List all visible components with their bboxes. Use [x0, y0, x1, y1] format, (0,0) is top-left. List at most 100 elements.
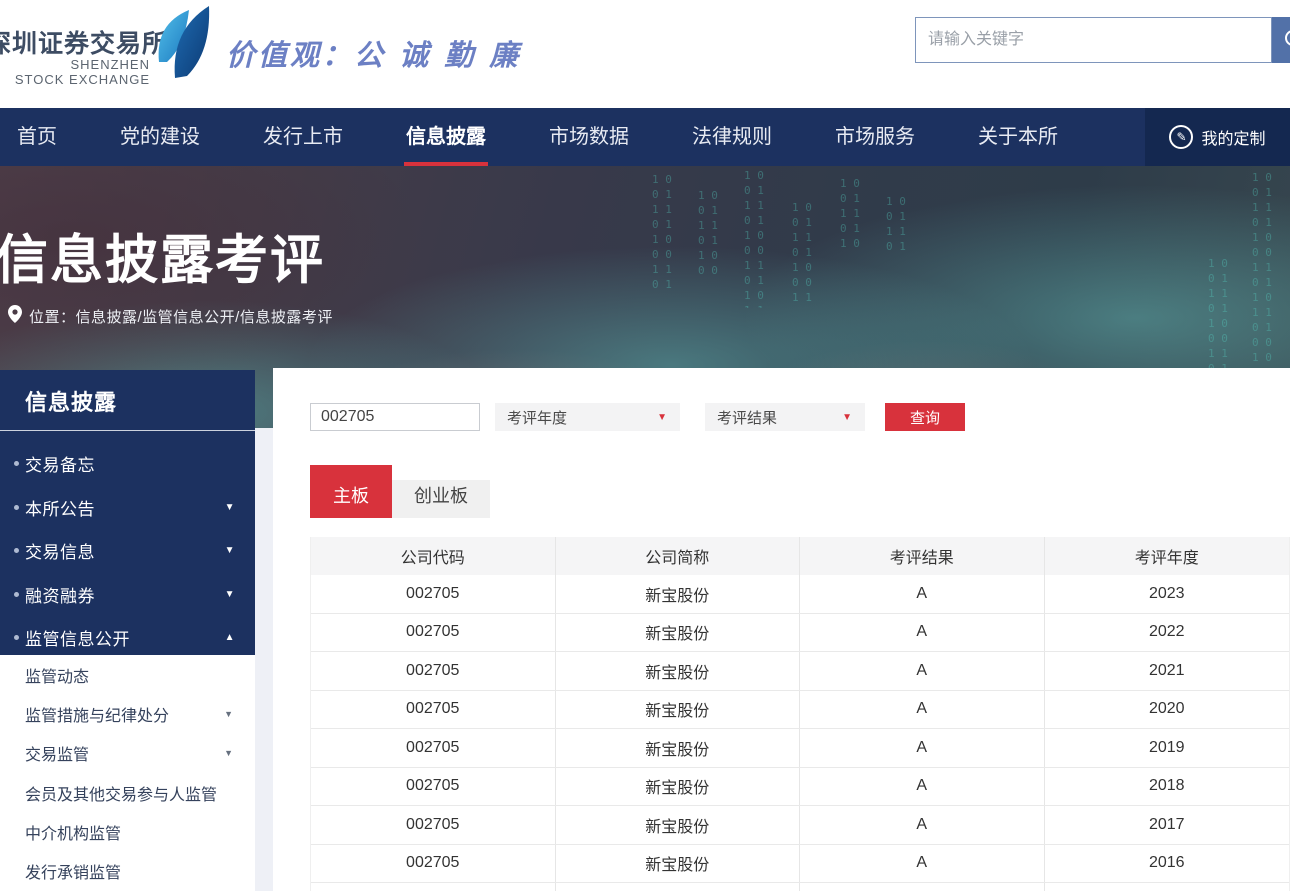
- sidebar-menu: 交易备忘 本所公告 ▼ 交易信息 ▼ 融资融券 ▼ 监管信息公开 ▲: [0, 431, 255, 660]
- company-code-input[interactable]: [310, 403, 480, 431]
- binary-texture: 1 0 0 1 1 1 0 1 1 0 0 0 1 1 0 1 1 0 1 1 …: [698, 188, 718, 278]
- cell-company-name: 新宝股份: [556, 691, 801, 729]
- sidebar-subitem-member-supervision[interactable]: 会员及其他交易参与人监管: [0, 773, 255, 812]
- cell-company-name: 新宝股份: [556, 614, 801, 652]
- main-content-panel: 考评年度 ▼ 考评结果 ▼ 查询 主板 创业板 公司代码 公司简称 考评结果 考…: [273, 368, 1290, 891]
- cell-company-code: 002705: [311, 691, 556, 729]
- nav-item-disclosure[interactable]: 信息披露: [406, 108, 486, 166]
- cell-company-name: 新宝股份: [556, 845, 801, 883]
- pencil-circle-icon: ✎: [1169, 125, 1193, 149]
- evaluation-result-select[interactable]: 考评结果 ▼: [705, 403, 865, 431]
- table-header-row: 公司代码 公司简称 考评结果 考评年度: [311, 537, 1289, 575]
- cell-evaluation-year: 2020: [1045, 691, 1290, 729]
- cell-company-code: 002705: [311, 806, 556, 844]
- sidebar-item-trading-memo[interactable]: 交易备忘: [0, 442, 255, 486]
- sidebar-subitem-label: 监管动态: [25, 663, 89, 687]
- cell-evaluation-result: A: [800, 614, 1045, 652]
- cell-evaluation-result: A: [800, 691, 1045, 729]
- cell-company-code: 002705: [311, 614, 556, 652]
- cell-evaluation-result: A: [800, 729, 1045, 767]
- cell-company-name: 新宝股份: [556, 768, 801, 806]
- tab-chinext-board[interactable]: 创业板: [392, 480, 490, 518]
- column-header-company-name: 公司简称: [556, 537, 801, 575]
- sidebar-subitem-label: 监管措施与纪律处分: [25, 702, 169, 726]
- sidebar-subitem-regulatory-news[interactable]: 监管动态: [0, 655, 255, 694]
- dropdown-arrow-icon: ▼: [842, 412, 852, 423]
- sidebar-subitem-label: 会员及其他交易参与人监管: [25, 781, 217, 805]
- my-customization-label: 我的定制: [1201, 125, 1265, 149]
- chevron-down-icon: ▼: [224, 748, 233, 758]
- nav-item-market-data[interactable]: 市场数据: [549, 108, 629, 166]
- sidebar-section-disclosure: 信息披露 交易备忘 本所公告 ▼ 交易信息 ▼ 融资融券 ▼: [0, 370, 255, 655]
- cell-company-code: 002705: [311, 652, 556, 690]
- sidebar-item-margin-trading[interactable]: 融资融券 ▼: [0, 573, 255, 617]
- cell-company-code: 002705: [311, 575, 556, 613]
- binary-texture: 1 0 0 1 1 1 0 1 1 0 0 0 1 1 0 1 1 0 1 1 …: [792, 200, 812, 305]
- cell-company-name: 新宝股份: [556, 575, 801, 613]
- nav-item-about[interactable]: 关于本所: [978, 108, 1058, 166]
- column-header-evaluation-result: 考评结果: [800, 537, 1045, 575]
- query-button[interactable]: 查询: [885, 403, 965, 431]
- sidebar-subitem-measures-discipline[interactable]: 监管措施与纪律处分 ▼: [0, 694, 255, 733]
- cell-company-code: 002705: [311, 845, 556, 883]
- nav-item-rules[interactable]: 法律规则: [692, 108, 772, 166]
- nav-item-party-building[interactable]: 党的建设: [120, 108, 200, 166]
- cell-evaluation-result: A: [800, 806, 1045, 844]
- site-search-button[interactable]: [1272, 17, 1290, 63]
- binary-texture: 1 0 0 1 1 1 0 1 1 0 0 0 1 1 0 1 1 0 1 1 …: [652, 172, 672, 292]
- cell-company-name: 新宝股份: [556, 652, 801, 690]
- evaluation-year-select[interactable]: 考评年度 ▼: [495, 403, 680, 431]
- cell-evaluation-year: 2019: [1045, 729, 1290, 767]
- cell-evaluation-year: 2017: [1045, 806, 1290, 844]
- sidebar-item-trading-info[interactable]: 交易信息 ▼: [0, 529, 255, 573]
- sidebar-item-label: 交易备忘: [25, 451, 95, 476]
- my-customization-button[interactable]: ✎ 我的定制: [1145, 108, 1290, 166]
- sidebar-subitem-underwriting-supervision[interactable]: 发行承销监管: [0, 851, 255, 890]
- chevron-down-icon: ▼: [225, 589, 235, 600]
- table-row: 002705 新宝股份 A 2016: [311, 845, 1289, 884]
- tab-main-board[interactable]: 主板: [310, 465, 392, 518]
- sidebar-title: 信息披露: [0, 370, 255, 417]
- chevron-down-icon: ▼: [224, 709, 233, 719]
- nav-item-listing[interactable]: 发行上市: [263, 108, 343, 166]
- sidebar-item-exchange-notices[interactable]: 本所公告 ▼: [0, 486, 255, 530]
- cell-evaluation-year: 2022: [1045, 614, 1290, 652]
- nav-item-home[interactable]: 首页: [17, 108, 57, 166]
- value-slogan: 价值观：公 诚 勤 廉: [226, 32, 521, 74]
- nav-item-market-services[interactable]: 市场服务: [835, 108, 915, 166]
- column-header-evaluation-year: 考评年度: [1045, 537, 1290, 575]
- binary-texture: 1 0 0 1 1 1 0 1 1 0 0 0 1 1 0 1 1 0 1 1 …: [886, 194, 906, 254]
- sidebar-subitem-label: 中介机构监管: [25, 820, 121, 844]
- dropdown-arrow-icon: ▼: [657, 412, 667, 423]
- sidebar-item-label: 监管信息公开: [25, 625, 130, 650]
- page-title: 信息披露考评: [0, 218, 325, 294]
- sidebar-subitem-label: 发行承销监管: [25, 859, 121, 883]
- cell-evaluation-result: A: [800, 575, 1045, 613]
- table-row: 002705 新宝股份 A 2019: [311, 729, 1289, 768]
- cell-company-name: 新宝股份: [556, 729, 801, 767]
- site-search-input[interactable]: [916, 18, 1271, 62]
- table-row: 002705 新宝股份 A 2023: [311, 575, 1289, 614]
- site-header: 深圳证券交易所 SHENZHEN STOCK EXCHANGE 价值观：公 诚 …: [0, 0, 1290, 108]
- table-row: 002705 新宝股份 A 2021: [311, 652, 1289, 691]
- sidebar-submenu: 监管动态 监管措施与纪律处分 ▼ 交易监管 ▼ 会员及其他交易参与人监管 中介机…: [0, 655, 255, 891]
- table-row: 002705 新宝股份 A 2017: [311, 806, 1289, 845]
- szse-page: 深圳证券交易所 SHENZHEN STOCK EXCHANGE 价值观：公 诚 …: [0, 0, 1290, 891]
- sidebar-subitem-intermediary-supervision[interactable]: 中介机构监管: [0, 812, 255, 851]
- sidebar-item-label: 交易信息: [25, 538, 95, 563]
- column-header-company-code: 公司代码: [311, 537, 556, 575]
- table-row: 002705 新宝股份 A 2018: [311, 768, 1289, 807]
- sidebar-item-regulatory-disclosure[interactable]: 监管信息公开 ▲: [0, 616, 255, 660]
- chevron-up-icon: ▲: [225, 632, 235, 643]
- cell-evaluation-year: 2018: [1045, 768, 1290, 806]
- site-search-box: [915, 17, 1272, 63]
- cell-evaluation-result: A: [800, 845, 1045, 883]
- logo-text-en-line1: SHENZHEN: [0, 57, 150, 72]
- cell-evaluation-year: 2016: [1045, 845, 1290, 883]
- cell-evaluation-year: 2023: [1045, 575, 1290, 613]
- evaluation-result-label: 考评结果: [717, 407, 777, 428]
- logo-text-cn: 深圳证券交易所: [0, 24, 150, 60]
- sidebar: 信息披露 交易备忘 本所公告 ▼ 交易信息 ▼ 融资融券 ▼: [0, 370, 255, 891]
- cell-company-name: 新宝股份: [556, 806, 801, 844]
- sidebar-subitem-trading-supervision[interactable]: 交易监管 ▼: [0, 734, 255, 773]
